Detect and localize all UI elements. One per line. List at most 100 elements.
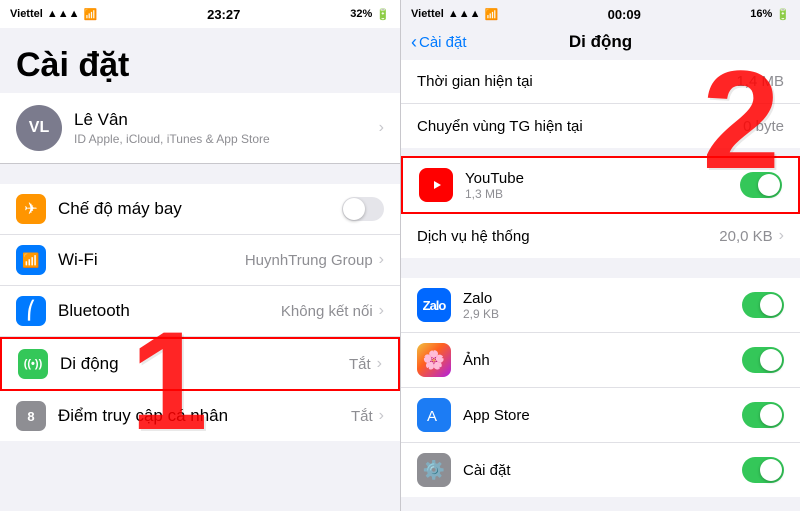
didong-label: Di động [60, 354, 349, 374]
info-row-system[interactable]: Dịch vụ hệ thống 20,0 KB › [401, 214, 800, 258]
right-panel: Viettel ▲▲▲ 📶 00:09 16% 🔋 ‹ Cài đặt Di đ… [400, 0, 800, 511]
youtube-toggle[interactable] [740, 172, 782, 198]
left-carrier: Viettel [10, 8, 43, 20]
profile-subtitle: ID Apple, iCloud, iTunes & App Store [74, 132, 379, 146]
right-page-title: Di động [569, 32, 632, 52]
left-battery-icon: 🔋 [376, 8, 390, 21]
roaming-value: 0 byte [743, 118, 784, 135]
hotspot-value: Tắt [351, 408, 373, 425]
photos-app-icon: 🌸 [417, 343, 451, 377]
bluetooth-value: Không kết nối [281, 303, 373, 320]
left-battery: 32% [350, 8, 372, 20]
airplane-toggle[interactable] [342, 197, 384, 221]
page-title: Cài đặt [16, 46, 384, 85]
profile-chevron-icon: › [379, 119, 384, 137]
youtube-app-info: YouTube 1,3 MB [465, 170, 740, 201]
caidat-app-name: Cài đặt [463, 462, 742, 479]
wifi-value: HuynhTrung Group [245, 252, 373, 269]
left-status-right: 32% 🔋 [350, 8, 390, 21]
settings-app-icon: ⚙️ [417, 453, 451, 487]
hotspot-label: Điểm truy cập cá nhân [58, 406, 351, 426]
zalo-app-icon: Zalo [417, 288, 451, 322]
current-time-value: 1,4 MB [736, 73, 784, 90]
svg-text:A: A [427, 408, 437, 425]
system-value: 20,0 KB [719, 228, 772, 245]
left-status-left: Viettel ▲▲▲ 📶 [10, 8, 97, 21]
settings-item-didong[interactable]: ((•)) Di động Tắt › [0, 337, 400, 391]
youtube-app-name: YouTube [465, 170, 740, 187]
anh-app-name: Ảnh [463, 352, 742, 369]
app-row-appstore[interactable]: A App Store [401, 388, 800, 443]
settings-group: ✈ Chế độ máy bay 📶 Wi-Fi HuynhTrung Grou… [0, 184, 400, 441]
divider [401, 258, 800, 278]
wifi-label: Wi-Fi [58, 250, 245, 270]
settings-item-hotspot[interactable]: 8 Điểm truy cập cá nhân Tắt › [0, 391, 400, 441]
didong-icon: ((•)) [18, 349, 48, 379]
caidat-toggle[interactable] [742, 457, 784, 483]
youtube-app-icon [419, 168, 453, 202]
avatar: VL [16, 105, 62, 151]
system-label: Dịch vụ hệ thống [417, 228, 530, 245]
settings-item-bluetooth[interactable]: ⎛ Bluetooth Không kết nối › [0, 286, 400, 337]
app-row-zalo[interactable]: Zalo Zalo 2,9 KB [401, 278, 800, 333]
appstore-toggle[interactable] [742, 402, 784, 428]
left-status-bar: Viettel ▲▲▲ 📶 23:27 32% 🔋 [0, 0, 400, 28]
right-carrier: Viettel [411, 8, 444, 20]
system-chevron-icon: › [779, 227, 784, 245]
app-row-youtube[interactable]: YouTube 1,3 MB [401, 156, 800, 214]
back-chevron-icon: ‹ [411, 32, 417, 53]
current-time-label: Thời gian hiện tại [417, 73, 533, 90]
appstore-app-icon: A [417, 398, 451, 432]
right-battery-icon: 🔋 [776, 8, 790, 21]
didong-chevron-icon: › [377, 355, 382, 373]
anh-app-info: Ảnh [463, 352, 742, 369]
bluetooth-chevron-icon: › [379, 302, 384, 320]
bluetooth-label: Bluetooth [58, 301, 281, 321]
left-panel: Viettel ▲▲▲ 📶 23:27 32% 🔋 Cài đặt VL Lê … [0, 0, 400, 511]
profile-row[interactable]: VL Lê Vân ID Apple, iCloud, iTunes & App… [0, 93, 400, 164]
left-time: 23:27 [207, 7, 240, 22]
zalo-app-name: Zalo [463, 290, 742, 307]
right-nav: ‹ Cài đặt Di động [401, 28, 800, 60]
info-group: Thời gian hiện tại 1,4 MB Chuyển vùng TG… [401, 60, 800, 148]
airplane-icon: ✈ [16, 194, 46, 224]
system-services-group: Dịch vụ hệ thống 20,0 KB › [401, 214, 800, 258]
youtube-app-size: 1,3 MB [465, 187, 740, 201]
info-row-roaming: Chuyển vùng TG hiện tại 0 byte [401, 104, 800, 148]
app-row-caidat[interactable]: ⚙️ Cài đặt [401, 443, 800, 497]
airplane-label: Chế độ máy bay [58, 199, 342, 219]
didong-value: Tắt [349, 356, 371, 373]
settings-item-airplane[interactable]: ✈ Chế độ máy bay [0, 184, 400, 235]
wifi-icon: 📶 [16, 245, 46, 275]
hotspot-icon: 8 [16, 401, 46, 431]
anh-toggle[interactable] [742, 347, 784, 373]
left-wifi-icon: 📶 [83, 8, 97, 21]
wifi-chevron-icon: › [379, 251, 384, 269]
profile-info: Lê Vân ID Apple, iCloud, iTunes & App St… [74, 110, 379, 146]
caidat-app-info: Cài đặt [463, 462, 742, 479]
info-row-current-time: Thời gian hiện tại 1,4 MB [401, 60, 800, 104]
left-title-area: Cài đặt [0, 28, 400, 93]
right-wifi-icon: 📶 [484, 8, 498, 21]
zalo-toggle[interactable] [742, 292, 784, 318]
appstore-app-name: App Store [463, 407, 742, 424]
bluetooth-icon: ⎛ [16, 296, 46, 326]
right-signal-icon: ▲▲▲ [448, 8, 481, 20]
right-battery: 16% [750, 8, 772, 20]
right-status-bar: Viettel ▲▲▲ 📶 00:09 16% 🔋 [401, 0, 800, 28]
right-status-right: 16% 🔋 [750, 8, 790, 21]
right-time: 00:09 [608, 7, 641, 22]
hotspot-chevron-icon: › [379, 407, 384, 425]
back-button[interactable]: ‹ Cài đặt [411, 32, 467, 53]
right-content: Thời gian hiện tại 1,4 MB Chuyển vùng TG… [401, 60, 800, 511]
app-row-anh[interactable]: 🌸 Ảnh [401, 333, 800, 388]
apps-group: Zalo Zalo 2,9 KB 🌸 Ảnh A [401, 278, 800, 497]
left-signal-icon: ▲▲▲ [47, 8, 80, 20]
appstore-app-info: App Store [463, 407, 742, 424]
back-label: Cài đặt [419, 34, 467, 51]
settings-item-wifi[interactable]: 📶 Wi-Fi HuynhTrung Group › [0, 235, 400, 286]
roaming-label: Chuyển vùng TG hiện tại [417, 118, 583, 135]
profile-name: Lê Vân [74, 110, 379, 130]
right-status-left: Viettel ▲▲▲ 📶 [411, 8, 498, 21]
zalo-app-size: 2,9 KB [463, 307, 742, 321]
